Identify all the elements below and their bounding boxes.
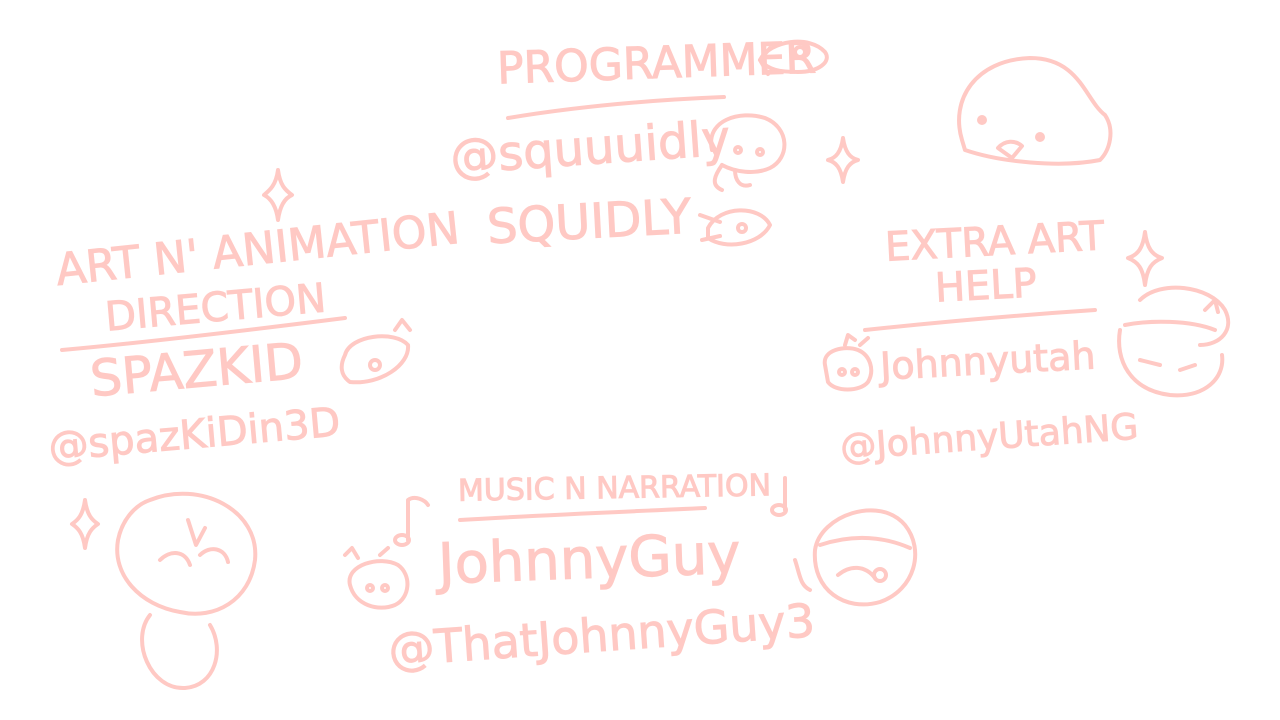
fish-small-doodle-icon	[698, 208, 772, 247]
octopus-doodle-icon	[709, 113, 787, 192]
credits-canvas: PROGRAMMER @squuuidly SQUIDLY ART N' ANI…	[0, 0, 1280, 720]
cap-creature-small-doodle-icon	[793, 508, 918, 607]
sparkle-icon	[1126, 230, 1164, 287]
sparkle-icon	[826, 136, 860, 184]
music-note-icon	[393, 495, 430, 547]
bird-head-doodle-icon	[957, 56, 1113, 166]
fish-doodle-icon	[758, 39, 829, 76]
doodle-layer	[70, 39, 1231, 691]
music-note-icon	[770, 476, 788, 517]
cap-creature-doodle-icon	[1117, 285, 1231, 398]
bird-body-doodle-icon	[115, 491, 258, 691]
sparkle-icon	[262, 168, 294, 222]
sparkle-icon	[70, 498, 100, 550]
pig-doodle-icon	[822, 333, 874, 392]
pig-small-doodle-icon	[343, 546, 410, 610]
creature-doodle-icon	[339, 318, 412, 385]
